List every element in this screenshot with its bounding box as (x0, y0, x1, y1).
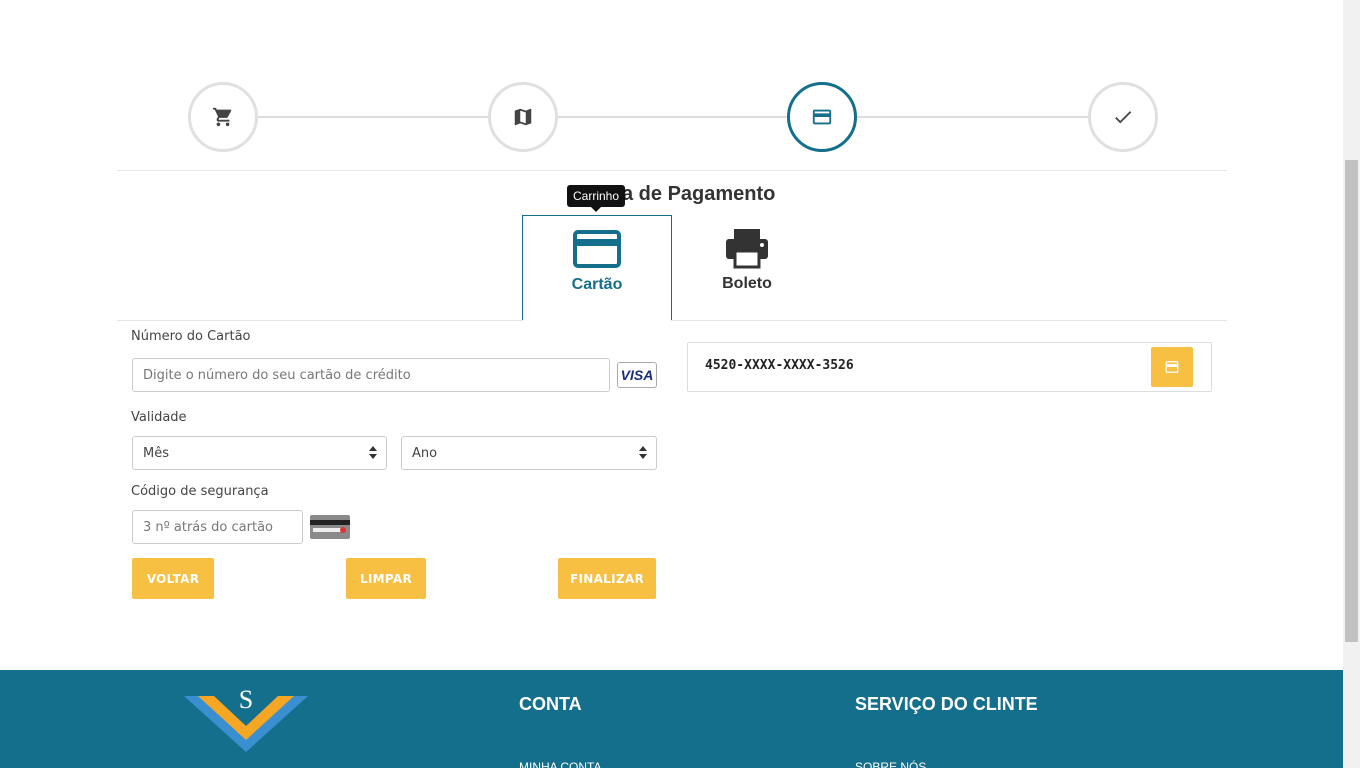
scrollbar-thumb[interactable] (1345, 160, 1358, 642)
back-button[interactable]: VOLTAR (132, 558, 214, 599)
finish-button[interactable]: FINALIZAR (558, 558, 656, 599)
card-back-icon (310, 515, 350, 539)
credit-card-icon (573, 230, 621, 268)
card-preview: 4520-XXXX-XXXX-3526 (687, 342, 1212, 392)
credit-card-icon (812, 109, 832, 125)
card-brand: VISA (620, 367, 654, 383)
year-select-value: Ano (412, 445, 438, 461)
brand-logo: S (184, 685, 308, 752)
footer-heading-account: CONTA (519, 694, 582, 714)
clear-button[interactable]: LIMPAR (346, 558, 426, 599)
year-select[interactable]: Ano (401, 436, 657, 470)
footer-heading-customer-service: SERVIÇO DO CLINTE (855, 694, 1038, 714)
checkout-stepper (188, 82, 1158, 152)
security-code-placeholder: 3 nº atrás do cartão (143, 519, 273, 535)
security-code-label: Código de segurança (131, 484, 269, 499)
step-payment[interactable] (787, 82, 857, 152)
page-scrollbar[interactable] (1343, 0, 1360, 768)
footer-link-about-us[interactable]: SOBRE NÓS (855, 760, 926, 768)
card-number-label: Número do Cartão (131, 329, 251, 344)
card-number-input[interactable]: Digite o número do seu cartão de crédito (132, 358, 610, 392)
security-code-input[interactable]: 3 nº atrás do cartão (132, 510, 303, 544)
step-tooltip: Carrinho (567, 185, 626, 212)
card-number-placeholder: Digite o número do seu cartão de crédito (143, 367, 411, 383)
month-select-value: Mês (143, 445, 169, 461)
check-icon (1115, 111, 1132, 124)
step-confirm[interactable] (1088, 82, 1158, 152)
tab-cartao[interactable]: Cartão (522, 215, 672, 321)
select-arrow-icon (369, 446, 377, 460)
divider (117, 320, 1227, 321)
step-address[interactable] (488, 82, 558, 152)
checkout-page: Forma de Pagamento Carrinho Cartão Bolet… (0, 0, 1343, 768)
step-connector (258, 116, 488, 118)
step-connector (558, 116, 787, 118)
logo-letter: S (239, 685, 253, 714)
month-select[interactable]: Mês (132, 436, 387, 470)
card-icon-button[interactable] (1151, 347, 1193, 387)
step-connector (857, 116, 1088, 118)
credit-card-icon (1165, 361, 1179, 373)
printer-icon (726, 229, 768, 269)
card-number-display: 4520-XXXX-XXXX-3526 (705, 358, 854, 373)
divider (117, 170, 1227, 171)
tab-label: Boleto (722, 275, 772, 292)
tab-label: Cartão (571, 276, 623, 293)
step-cart[interactable] (188, 82, 258, 152)
tab-underline-gap (523, 319, 671, 321)
cart-icon (212, 107, 232, 127)
select-arrow-icon (639, 446, 647, 460)
footer-link-my-account[interactable]: MINHA CONTA (519, 760, 601, 768)
visa-icon: VISA (617, 362, 657, 388)
validity-label: Validade (131, 410, 187, 425)
tab-boleto[interactable]: Boleto (672, 215, 822, 321)
map-icon (514, 108, 532, 126)
